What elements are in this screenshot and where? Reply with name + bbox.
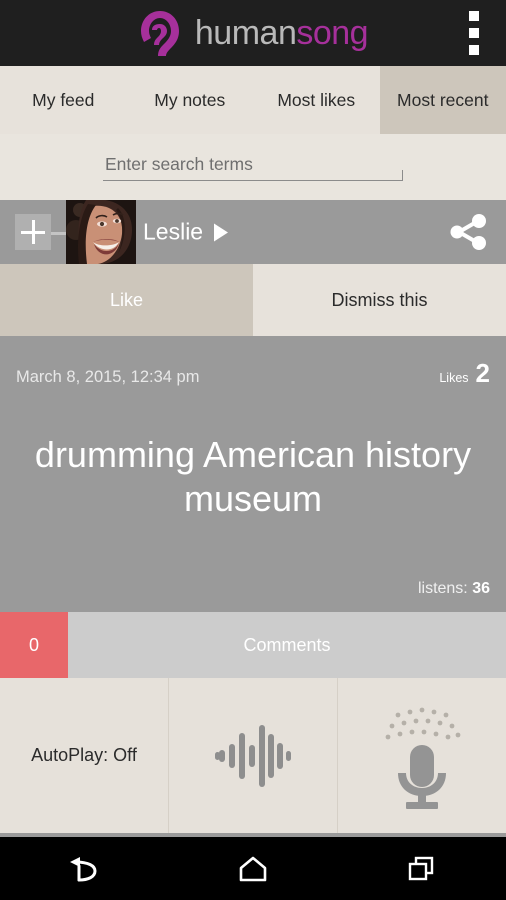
dismiss-label: Dismiss this — [331, 289, 428, 310]
listens-label: listens: — [417, 580, 468, 597]
avatar[interactable] — [66, 200, 136, 264]
tab-bar: My feed My notes Most likes Most recent — [0, 66, 506, 134]
tab-most-likes[interactable]: Most likes — [253, 66, 380, 134]
tab-most-recent[interactable]: Most recent — [379, 66, 506, 134]
like-label: Like — [109, 289, 144, 310]
back-arrow-icon — [70, 856, 97, 881]
nav-back-button[interactable] — [0, 854, 169, 884]
brand-human: human — [194, 14, 297, 52]
recents-icon — [408, 856, 433, 880]
nav-home-button[interactable] — [169, 854, 338, 884]
autoplay-label: AutoPlay: Off — [31, 745, 137, 765]
autoplay-toggle[interactable]: AutoPlay: Off — [0, 678, 169, 833]
search-bar — [0, 134, 506, 200]
comments-count-badge: 0 — [0, 612, 68, 678]
tab-label: Most likes — [277, 89, 356, 110]
player-controls: AutoPlay: Off — [0, 678, 506, 833]
overflow-dot — [469, 45, 479, 55]
app-header: humansong — [0, 0, 506, 66]
ear-logo-icon — [140, 11, 179, 56]
tab-my-notes[interactable]: My notes — [127, 66, 254, 134]
microphone-icon — [385, 707, 461, 809]
share-icon — [450, 214, 486, 250]
listens-counter: listens: 36 — [418, 580, 490, 598]
tab-my-feed[interactable]: My feed — [0, 66, 127, 134]
avatar-photo — [66, 200, 136, 264]
brand-song: song — [296, 14, 369, 52]
overflow-dot — [469, 28, 479, 38]
plus-icon — [21, 230, 45, 234]
tab-label: Most recent — [397, 89, 489, 110]
overflow-dot — [469, 11, 479, 21]
play-icon[interactable] — [214, 223, 229, 241]
app-root: humansong My feed My notes Most likes Mo… — [0, 0, 506, 900]
likes-count: 2 — [475, 358, 490, 388]
nav-recents-button[interactable] — [337, 854, 506, 884]
connector-line — [51, 232, 67, 235]
play-waveform-button[interactable] — [169, 678, 338, 833]
search-underline-endcap — [402, 169, 403, 181]
search-input[interactable] — [103, 153, 403, 181]
post-username[interactable]: Leslie — [143, 218, 229, 246]
post-meta: March 8, 2015, 12:34 pm Likes 2 — [0, 336, 506, 389]
home-icon — [239, 856, 267, 881]
post-user-row: Leslie — [0, 200, 506, 264]
search-field-wrapper — [103, 153, 403, 181]
dismiss-button[interactable]: Dismiss this — [253, 264, 506, 336]
add-button[interactable] — [15, 214, 51, 250]
like-button[interactable]: Like — [0, 264, 253, 336]
post-date: March 8, 2015, 12:34 pm — [16, 368, 200, 386]
android-nav-bar — [0, 837, 506, 900]
post-title[interactable]: drumming American history museum — [0, 389, 506, 521]
likes-label: Likes — [439, 371, 469, 385]
likes-counter: Likes 2 — [439, 358, 490, 389]
post-action-row: Like Dismiss this — [0, 264, 506, 336]
listens-count: 36 — [472, 580, 490, 597]
brand-logo: humansong — [138, 9, 369, 57]
comments-label: Comments — [243, 634, 331, 655]
brand-text: humansong — [194, 14, 369, 52]
comments-bar[interactable]: 0 Comments — [0, 612, 506, 678]
overflow-menu-icon[interactable] — [465, 7, 483, 59]
username-label: Leslie — [143, 218, 204, 245]
share-button[interactable] — [446, 212, 490, 252]
waveform-icon — [215, 724, 291, 787]
post-body: March 8, 2015, 12:34 pm Likes 2 drumming… — [0, 336, 506, 612]
record-button[interactable] — [338, 678, 506, 833]
tab-label: My feed — [32, 89, 95, 110]
tab-label: My notes — [154, 89, 226, 110]
